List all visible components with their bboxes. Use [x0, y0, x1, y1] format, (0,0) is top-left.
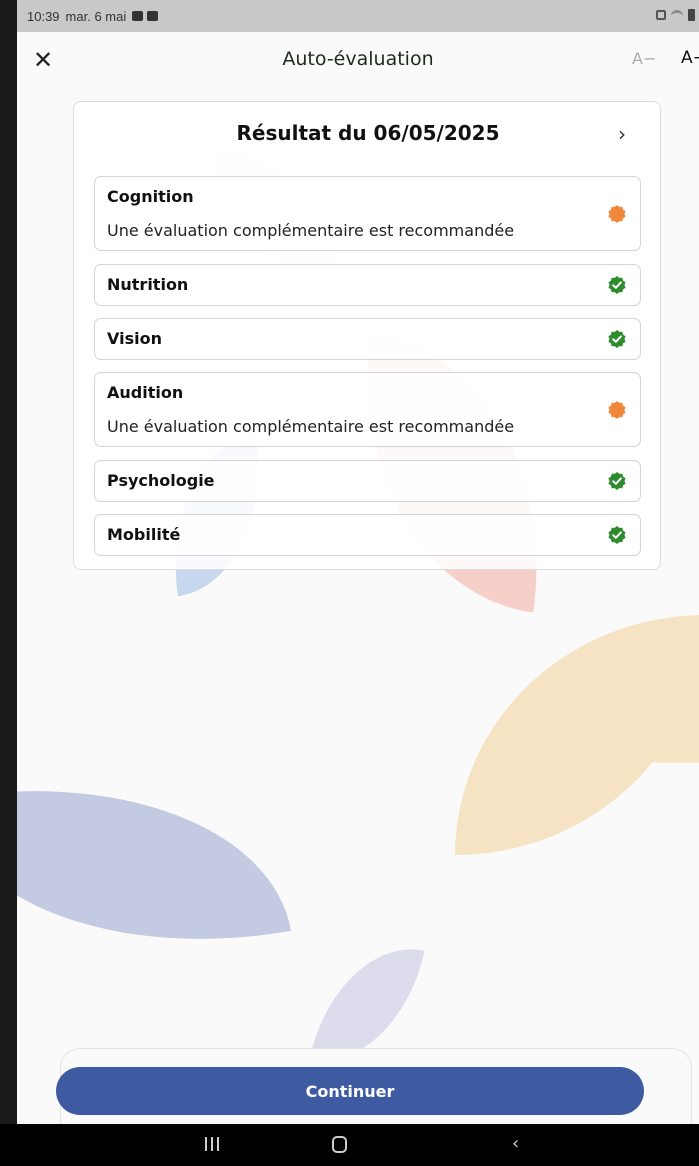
result-card: Résultat du 06/05/2025 › Cognition Une é…: [73, 101, 661, 570]
row-label: Cognition: [107, 187, 194, 206]
status-date: mar. 6 mai: [65, 8, 127, 24]
battery-icon: [688, 9, 695, 21]
result-title: Résultat du 06/05/2025: [236, 121, 500, 145]
continue-button[interactable]: Continuer: [56, 1067, 644, 1115]
app-header: ✕ Auto-évaluation A− A+: [17, 32, 699, 90]
app-screen: 10:39 mar. 6 mai ✕ Auto-évaluation A− A+…: [17, 0, 699, 1166]
check-badge-icon: [608, 472, 626, 490]
calendar-notification-icon: [147, 11, 159, 21]
orange-badge-icon: [608, 401, 626, 419]
result-card-header[interactable]: Résultat du 06/05/2025 ›: [74, 102, 662, 168]
font-increase-button[interactable]: A+: [681, 48, 699, 68]
check-badge-icon: [608, 330, 626, 348]
gallery-notification-icon: [132, 11, 144, 21]
row-label: Vision: [107, 329, 162, 348]
status-time: 10:39: [27, 8, 60, 24]
chevron-right-icon[interactable]: ›: [618, 122, 626, 146]
result-row-cognition: Cognition Une évaluation complémentaire …: [94, 176, 641, 251]
decorative-leaf: [17, 743, 292, 987]
page-title: Auto-évaluation: [282, 48, 434, 70]
result-row-mobilite: Mobilité: [94, 514, 641, 556]
decorative-leaf: [455, 615, 699, 855]
row-label: Audition: [107, 383, 184, 402]
result-row-psychologie: Psychologie: [94, 460, 641, 502]
result-row-nutrition: Nutrition: [94, 264, 641, 306]
row-label: Mobilité: [107, 525, 181, 544]
home-icon[interactable]: [332, 1136, 347, 1153]
status-indicators: [656, 9, 695, 21]
android-nav-bar: ‹: [0, 1124, 699, 1166]
row-recommendation: Une évaluation complémentaire est recomm…: [107, 221, 515, 240]
orange-badge-icon: [608, 205, 626, 223]
mute-icon: [656, 10, 666, 20]
result-row-vision: Vision: [94, 318, 641, 360]
back-icon[interactable]: ‹: [512, 1133, 519, 1154]
font-decrease-button[interactable]: A−: [632, 49, 656, 68]
result-row-audition: Audition Une évaluation complémentaire e…: [94, 372, 641, 447]
check-badge-icon: [608, 276, 626, 294]
row-label: Psychologie: [107, 471, 215, 490]
status-bar: 10:39 mar. 6 mai: [17, 0, 699, 32]
recent-apps-icon[interactable]: [205, 1137, 219, 1151]
row-recommendation: Une évaluation complémentaire est recomm…: [107, 417, 515, 436]
row-label: Nutrition: [107, 275, 189, 294]
wifi-icon: [671, 10, 683, 20]
check-badge-icon: [608, 526, 626, 544]
